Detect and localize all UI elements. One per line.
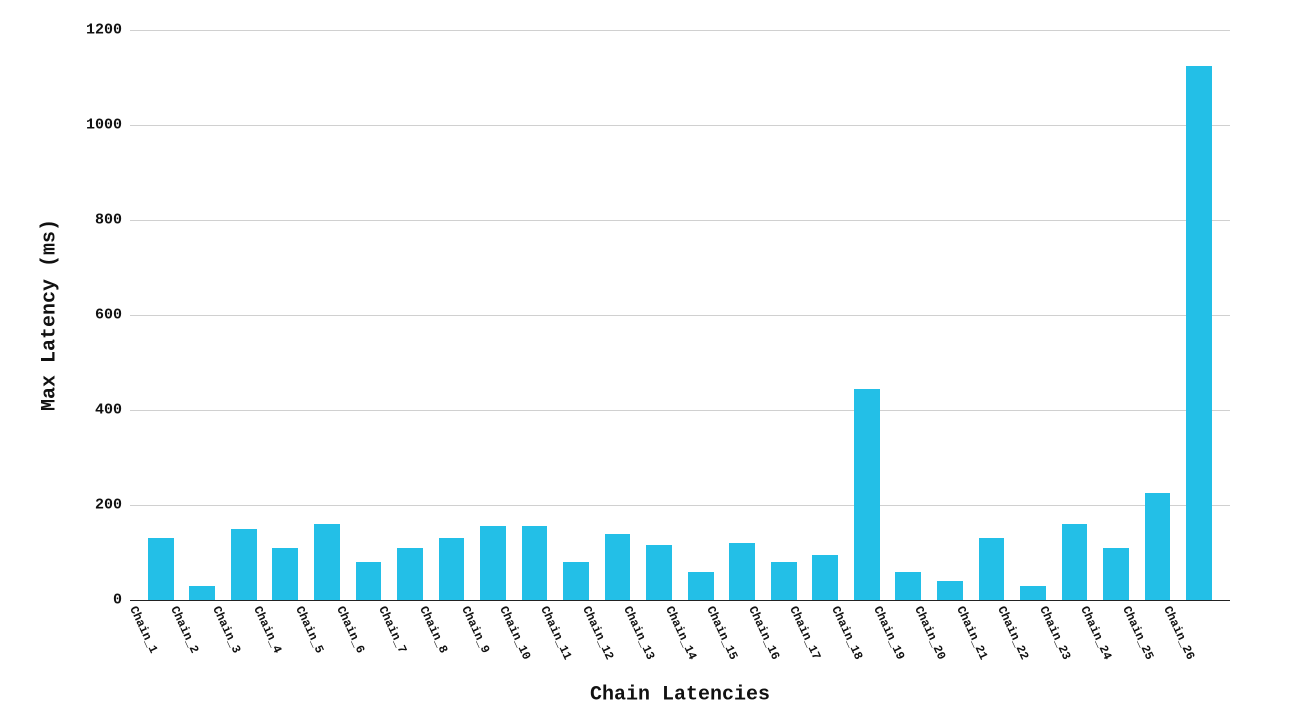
x-axis-baseline [130,600,1230,601]
bar-slot [680,30,722,600]
bar-slot [1012,30,1054,600]
bar-slot [389,30,431,600]
bar [314,524,340,600]
bar-slot [1137,30,1179,600]
bar [605,534,631,601]
y-tick-label: 200 [95,497,122,514]
bar-slot [721,30,763,600]
bar-slot [846,30,888,600]
bar-slot [1054,30,1096,600]
bar [1062,524,1088,600]
bar [937,581,963,600]
bar [1103,548,1129,600]
bar [1020,586,1046,600]
bar-slot [1178,30,1220,600]
bar [189,586,215,600]
y-axis-tick-labels: 020040060080010001200 [0,30,122,600]
bar-slot [514,30,556,600]
plot-area [130,30,1230,600]
bar [522,526,548,600]
bar [397,548,423,600]
bar [771,562,797,600]
x-axis-tick-labels: Chain_1Chain_2Chain_3Chain_4Chain_5Chain… [130,604,1230,694]
bar-slot [597,30,639,600]
bar [231,529,257,600]
y-tick-label: 1200 [86,22,122,39]
bar [729,543,755,600]
y-tick-label: 800 [95,212,122,229]
bar-slot [265,30,307,600]
bar-slot [929,30,971,600]
bar-slot [140,30,182,600]
bar-slot [805,30,847,600]
y-tick-label: 1000 [86,117,122,134]
bar-slot [971,30,1013,600]
bar-slot [763,30,805,600]
bar-slot [472,30,514,600]
bar [563,562,589,600]
bar [646,545,672,600]
bar [480,526,506,600]
bar-slot [223,30,265,600]
bars-group [130,30,1230,600]
y-tick-label: 0 [113,592,122,609]
bar [1186,66,1212,600]
bar [688,572,714,601]
y-tick-label: 400 [95,402,122,419]
bar-slot [888,30,930,600]
bar [1145,493,1171,600]
bar-slot [555,30,597,600]
bar [979,538,1005,600]
chart-container: Max Latency (ms) 020040060080010001200 C… [0,0,1290,726]
x-label-slot: Chain_26 [1178,604,1220,694]
bar-slot [182,30,224,600]
bar [854,389,880,600]
bar [148,538,174,600]
bar-slot [306,30,348,600]
bar [356,562,382,600]
bar [272,548,298,600]
bar [812,555,838,600]
bar [439,538,465,600]
y-tick-label: 600 [95,307,122,324]
bar-slot [348,30,390,600]
bar-slot [638,30,680,600]
bar-slot [431,30,473,600]
bar [895,572,921,601]
x-tick-label: Chain_1 [126,604,160,656]
bar-slot [1095,30,1137,600]
x-axis-title: Chain Latencies [590,684,770,707]
